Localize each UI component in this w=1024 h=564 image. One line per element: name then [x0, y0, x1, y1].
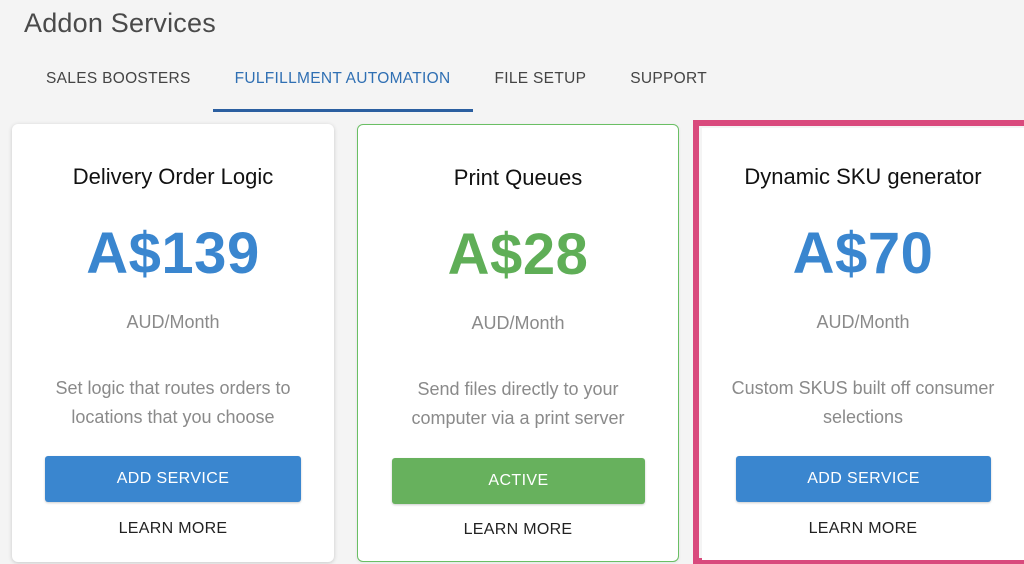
learn-more-link[interactable]: LEARN MORE — [358, 521, 678, 539]
active-status-button[interactable]: ACTIVE — [392, 458, 645, 504]
card-price: A$139 — [86, 221, 260, 286]
service-card-delivery-order-logic: Delivery Order Logic A$139 AUD/Month Set… — [12, 124, 334, 562]
tab-fulfillment-automation[interactable]: FULFILLMENT AUTOMATION — [212, 56, 473, 112]
card-price: A$70 — [792, 221, 934, 286]
add-service-button[interactable]: ADD SERVICE — [45, 456, 301, 502]
service-card-dynamic-sku-generator: Dynamic SKU generator A$70 AUD/Month Cus… — [702, 128, 1024, 560]
tab-bar: SALES BOOSTERS FULFILLMENT AUTOMATION FI… — [24, 56, 729, 112]
page-title: Addon Services — [24, 8, 216, 38]
learn-more-link[interactable]: LEARN MORE — [702, 520, 1024, 538]
tab-sales-boosters[interactable]: SALES BOOSTERS — [24, 56, 213, 112]
card-description: Set logic that routes orders to location… — [55, 378, 291, 427]
card-description: Custom SKUS built off consumer selection… — [731, 378, 995, 427]
add-service-button[interactable]: ADD SERVICE — [736, 456, 991, 502]
learn-more-link[interactable]: LEARN MORE — [12, 520, 334, 538]
card-price-unit: AUD/Month — [816, 312, 910, 332]
card-description: Send files directly to your computer via… — [411, 379, 625, 428]
card-title: Print Queues — [453, 165, 583, 190]
tab-file-setup[interactable]: FILE SETUP — [473, 56, 609, 112]
card-title: Delivery Order Logic — [72, 164, 274, 189]
card-price: A$28 — [447, 222, 589, 287]
service-card-print-queues: Print Queues A$28 AUD/Month Send files d… — [357, 124, 679, 562]
card-title: Dynamic SKU generator — [744, 164, 982, 189]
card-price-unit: AUD/Month — [471, 313, 565, 333]
addon-services-page: Addon Services SALES BOOSTERS FULFILLMEN… — [0, 0, 1024, 564]
card-price-unit: AUD/Month — [126, 312, 220, 332]
tab-support[interactable]: SUPPORT — [608, 56, 729, 112]
